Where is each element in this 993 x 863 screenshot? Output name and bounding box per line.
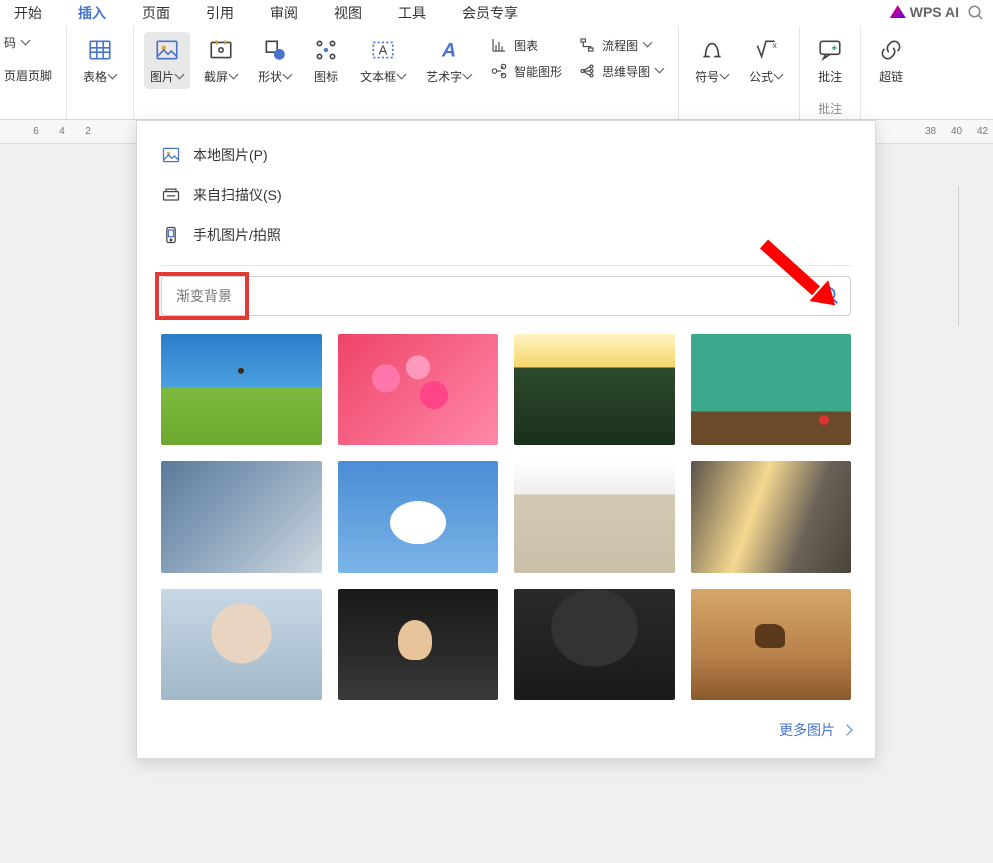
- screenshot-button[interactable]: 截屏: [198, 32, 244, 89]
- menubar-right: WPS AI: [890, 4, 985, 22]
- symbol-button[interactable]: 符号: [689, 32, 735, 89]
- image-thumb[interactable]: [514, 461, 675, 572]
- svg-text:A: A: [379, 42, 388, 57]
- ribbon-group-illustrations: 图片 截屏 形状 图标 A 文本框 A 艺术字 图表 智能图形 流程图 思维导图: [133, 26, 678, 119]
- equation-button[interactable]: x 公式: [743, 32, 789, 89]
- comment-group-label: 批注: [800, 100, 860, 117]
- chevron-down-icon: [176, 73, 184, 81]
- ruler-mark: 2: [84, 126, 92, 137]
- shape-icon: [261, 36, 289, 64]
- comment-button[interactable]: 批注: [810, 32, 850, 89]
- separator: [161, 265, 851, 266]
- image-thumb[interactable]: [514, 589, 675, 700]
- image-thumb[interactable]: [161, 589, 322, 700]
- search-icon[interactable]: [819, 285, 841, 307]
- ruler-mark: 40: [951, 126, 959, 137]
- hyperlink-button[interactable]: 超链: [871, 32, 911, 89]
- image-thumb[interactable]: [514, 334, 675, 445]
- comment-icon: [816, 36, 844, 64]
- table-icon: [86, 36, 114, 64]
- image-thumb[interactable]: [161, 461, 322, 572]
- flowchart-button[interactable]: 流程图: [574, 34, 656, 56]
- hyperlink-icon: [877, 36, 905, 64]
- tab-reference[interactable]: 引用: [200, 1, 240, 25]
- tab-view[interactable]: 视图: [328, 1, 368, 25]
- chevron-down-icon: [398, 73, 406, 81]
- svg-text:x: x: [773, 40, 778, 50]
- tab-member[interactable]: 会员专享: [456, 1, 524, 25]
- phone-image-item[interactable]: 手机图片/拍照: [137, 215, 875, 255]
- chevron-right-icon: [841, 725, 852, 736]
- icon-button[interactable]: 图标: [306, 32, 346, 89]
- picture-button[interactable]: 图片: [144, 32, 190, 89]
- image-thumb[interactable]: [691, 334, 852, 445]
- image-thumb[interactable]: [338, 589, 499, 700]
- chevron-down-icon: [656, 67, 664, 75]
- smartart-button[interactable]: 智能图形: [486, 60, 566, 82]
- shape-button[interactable]: 形状: [252, 32, 298, 89]
- wps-ai-button[interactable]: WPS AI: [890, 4, 959, 21]
- from-scanner-item[interactable]: 来自扫描仪(S): [137, 175, 875, 215]
- local-image-item[interactable]: 本地图片(P): [137, 135, 875, 175]
- ribbon-group-symbols: 符号 x 公式: [678, 26, 799, 119]
- more-images-link[interactable]: 更多图片: [137, 700, 875, 740]
- textbox-button[interactable]: A 文本框: [354, 32, 412, 89]
- chevron-down-icon: [22, 39, 30, 47]
- picture-icon: [153, 36, 181, 64]
- wps-ai-icon: [890, 5, 906, 21]
- table-button[interactable]: 表格: [77, 32, 123, 89]
- chevron-down-icon: [109, 73, 117, 81]
- wordart-button[interactable]: A 艺术字: [420, 32, 478, 89]
- screenshot-icon: [207, 36, 235, 64]
- scanner-icon: [161, 185, 181, 205]
- phone-image-label: 手机图片/拍照: [193, 225, 281, 245]
- picture-dropdown: 本地图片(P) 来自扫描仪(S) 手机图片/拍照 更多图片: [136, 120, 876, 759]
- ruler-mark: 6: [32, 126, 40, 137]
- equation-icon: x: [752, 36, 780, 64]
- tab-review[interactable]: 审阅: [264, 1, 304, 25]
- page-edge: [953, 186, 959, 326]
- image-thumb[interactable]: [691, 461, 852, 572]
- chevron-down-icon: [644, 41, 652, 49]
- chevron-down-icon: [284, 73, 292, 81]
- image-thumb[interactable]: [338, 334, 499, 445]
- ribbon-group-comment: 批注 批注: [799, 26, 860, 119]
- ribbon: 码 页眉页脚 表格 图片 截屏 形状 图标 A 文本框: [0, 26, 993, 120]
- chevron-down-icon: [721, 73, 729, 81]
- textbox-icon: A: [369, 36, 397, 64]
- chart-button[interactable]: 图表: [486, 34, 542, 56]
- local-image-label: 本地图片(P): [193, 145, 268, 165]
- svg-text:A: A: [441, 40, 456, 62]
- ribbon-group-links: 超链: [860, 26, 921, 119]
- phone-icon: [161, 225, 181, 245]
- code-button-partial[interactable]: 码: [0, 32, 34, 53]
- mindmap-button[interactable]: 思维导图: [574, 60, 668, 82]
- tab-page[interactable]: 页面: [136, 1, 176, 25]
- icon-icon: [312, 36, 340, 64]
- tab-start[interactable]: 开始: [8, 1, 48, 25]
- chevron-down-icon: [775, 73, 783, 81]
- menubar: 开始 插入 页面 引用 审阅 视图 工具 会员专享 WPS AI: [0, 0, 993, 26]
- chevron-down-icon: [464, 73, 472, 81]
- symbol-icon: [698, 36, 726, 64]
- from-scanner-label: 来自扫描仪(S): [193, 185, 282, 205]
- ruler-mark: 42: [977, 126, 985, 137]
- picture-icon: [161, 145, 181, 165]
- ruler-mark: 4: [58, 126, 66, 137]
- image-thumb[interactable]: [691, 589, 852, 700]
- search-wrap: [161, 276, 851, 316]
- ruler-mark: 38: [925, 126, 933, 137]
- search-icon[interactable]: [967, 4, 985, 22]
- header-footer-button[interactable]: 页眉页脚: [0, 65, 56, 86]
- image-thumb[interactable]: [161, 334, 322, 445]
- tab-insert[interactable]: 插入: [72, 1, 112, 25]
- tab-tools[interactable]: 工具: [392, 1, 432, 25]
- chevron-down-icon: [230, 73, 238, 81]
- wordart-icon: A: [435, 36, 463, 64]
- ribbon-group-leftcut: 码 页眉页脚: [0, 26, 66, 119]
- ribbon-group-table: 表格: [66, 26, 133, 119]
- image-results-grid: [137, 316, 875, 700]
- image-search-input[interactable]: [161, 276, 851, 316]
- image-thumb[interactable]: [338, 461, 499, 572]
